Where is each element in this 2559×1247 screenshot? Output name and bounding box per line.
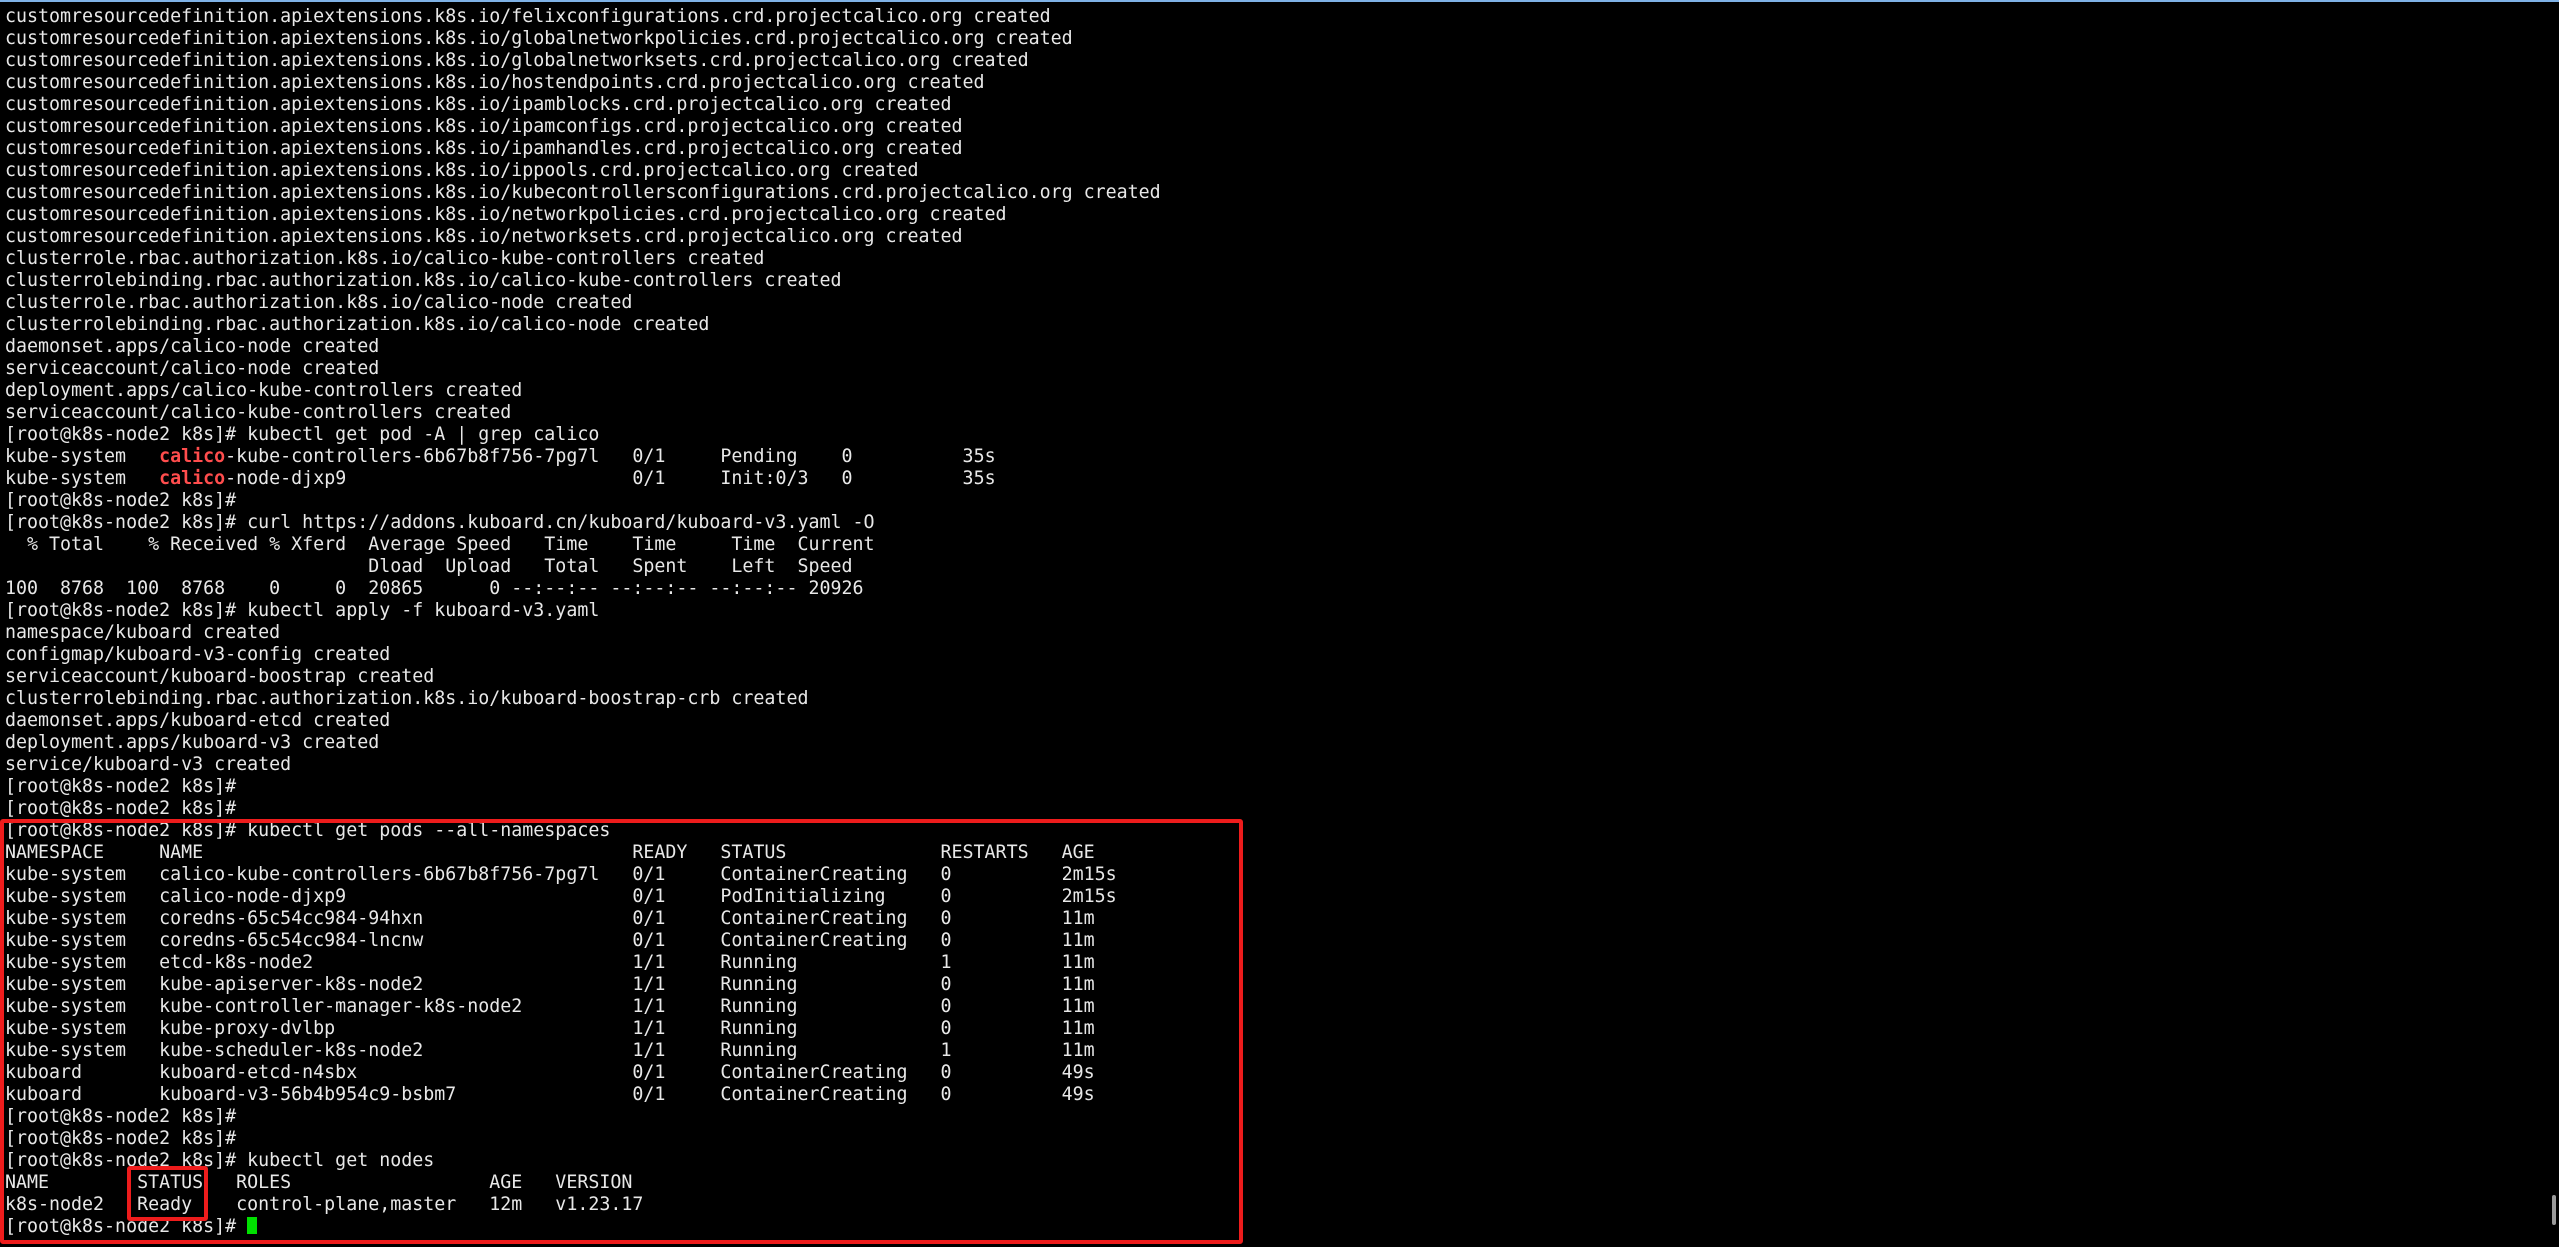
terminal-line: clusterrolebinding.rbac.authorization.k8… [5, 688, 809, 709]
terminal-line: daemonset.apps/calico-node created [5, 336, 380, 357]
terminal-line: customresourcedefinition.apiextensions.k… [5, 72, 985, 93]
terminal-line: kube-system coredns-65c54cc984-lncnw 0/1… [5, 930, 1095, 951]
line-segment: kube-system [5, 468, 160, 489]
terminal-line: Dload Upload Total Spent Left Speed [5, 556, 853, 577]
terminal-line: customresourcedefinition.apiextensions.k… [5, 28, 1073, 49]
line-segment: -node-djxp9 0/1 Init:0/3 0 35s [225, 468, 996, 489]
terminal-line: kube-system calico-kube-controllers-6b67… [5, 446, 1161, 468]
terminal-line: customresourcedefinition.apiextensions.k… [5, 226, 963, 247]
terminal-line: clusterrole.rbac.authorization.k8s.io/ca… [5, 248, 765, 269]
terminal-line: kube-system coredns-65c54cc984-94hxn 0/1… [5, 908, 1095, 929]
grep-match-highlight: calico [159, 446, 226, 467]
terminal-line: [root@k8s-node2 k8s]# [5, 1106, 237, 1127]
terminal-line: customresourcedefinition.apiextensions.k… [5, 138, 963, 159]
terminal-line: serviceaccount/calico-node created [5, 358, 380, 379]
terminal-line: [root@k8s-node2 k8s]# kubectl get nodes [5, 1150, 435, 1171]
terminal-line: % Total % Received % Xferd Average Speed… [5, 534, 875, 555]
terminal-line: [root@k8s-node2 k8s]# [5, 776, 237, 797]
terminal-line: deployment.apps/kuboard-v3 created [5, 732, 380, 753]
terminal-line: kube-system kube-scheduler-k8s-node2 1/1… [5, 1040, 1095, 1061]
terminal-line: [root@k8s-node2 k8s]# [5, 798, 237, 819]
terminal-line: kuboard kuboard-v3-56b4b954c9-bsbm7 0/1 … [5, 1084, 1095, 1105]
terminal-line: serviceaccount/calico-kube-controllers c… [5, 402, 512, 423]
terminal-line: kuboard kuboard-etcd-n4sbx 0/1 Container… [5, 1062, 1095, 1083]
grep-match-highlight: calico [159, 468, 226, 489]
terminal-line: [root@k8s-node2 k8s]# curl https://addon… [5, 512, 875, 533]
terminal-line: clusterrole.rbac.authorization.k8s.io/ca… [5, 292, 633, 313]
terminal-line: NAME STATUS ROLES AGE VERSION [5, 1172, 633, 1193]
line-segment: -kube-controllers-6b67b8f756-7pg7l 0/1 P… [225, 446, 996, 467]
terminal-line: kube-system calico-node-djxp9 0/1 PodIni… [5, 886, 1117, 907]
terminal-line: customresourcedefinition.apiextensions.k… [5, 6, 1051, 27]
terminal-line: [root@k8s-node2 k8s]# kubectl get pod -A… [5, 424, 600, 445]
terminal-line: namespace/kuboard created [5, 622, 281, 643]
terminal-line: kube-system kube-apiserver-k8s-node2 1/1… [5, 974, 1095, 995]
terminal-line: deployment.apps/calico-kube-controllers … [5, 380, 523, 401]
terminal-line: customresourcedefinition.apiextensions.k… [5, 50, 1029, 71]
terminal-line: [root@k8s-node2 k8s]# kubectl get pods -… [5, 820, 611, 841]
terminal-line: kube-system kube-proxy-dvlbp 1/1 Running… [5, 1018, 1095, 1039]
terminal-line: customresourcedefinition.apiextensions.k… [5, 160, 919, 181]
terminal-line: configmap/kuboard-v3-config created [5, 644, 391, 665]
scrollbar-thumb[interactable] [2552, 1195, 2556, 1225]
terminal-line: kube-system calico-node-djxp9 0/1 Init:0… [5, 468, 1161, 490]
terminal-scrollbar[interactable] [2547, 2, 2559, 1247]
terminal-line: customresourcedefinition.apiextensions.k… [5, 204, 1007, 225]
terminal-line: service/kuboard-v3 created [5, 754, 292, 775]
terminal-line: customresourcedefinition.apiextensions.k… [5, 182, 1161, 203]
line-segment: kube-system [5, 446, 160, 467]
terminal-line: kube-system kube-controller-manager-k8s-… [5, 996, 1095, 1017]
terminal-line: clusterrolebinding.rbac.authorization.k8… [5, 270, 842, 291]
text-cursor [247, 1217, 258, 1234]
terminal-line: customresourcedefinition.apiextensions.k… [5, 94, 952, 115]
terminal-line: kube-system calico-kube-controllers-6b67… [5, 864, 1117, 885]
terminal-line: daemonset.apps/kuboard-etcd created [5, 710, 391, 731]
shell-prompt: [root@k8s-node2 k8s]# [5, 1216, 248, 1237]
terminal-line: customresourcedefinition.apiextensions.k… [5, 116, 963, 137]
terminal-line: clusterrolebinding.rbac.authorization.k8… [5, 314, 710, 335]
terminal-line: [root@k8s-node2 k8s]# kubectl apply -f k… [5, 600, 600, 621]
terminal-line: k8s-node2 Ready control-plane,master 12m… [5, 1194, 644, 1215]
terminal-line: serviceaccount/kuboard-boostrap created [5, 666, 435, 687]
terminal-line: NAMESPACE NAME READY STATUS RESTARTS AGE [5, 842, 1095, 863]
terminal-window[interactable]: customresourcedefinition.apiextensions.k… [0, 0, 2559, 1247]
terminal-line: kube-system etcd-k8s-node2 1/1 Running 1… [5, 952, 1095, 973]
terminal-line: [root@k8s-node2 k8s]# [5, 1128, 237, 1149]
terminal-line: [root@k8s-node2 k8s]# [5, 490, 237, 511]
terminal-prompt-line[interactable]: [root@k8s-node2 k8s]# [5, 1216, 1161, 1238]
terminal-output: customresourcedefinition.apiextensions.k… [5, 6, 1161, 1238]
terminal-line: 100 8768 100 8768 0 0 20865 0 --:--:-- -… [5, 578, 864, 599]
